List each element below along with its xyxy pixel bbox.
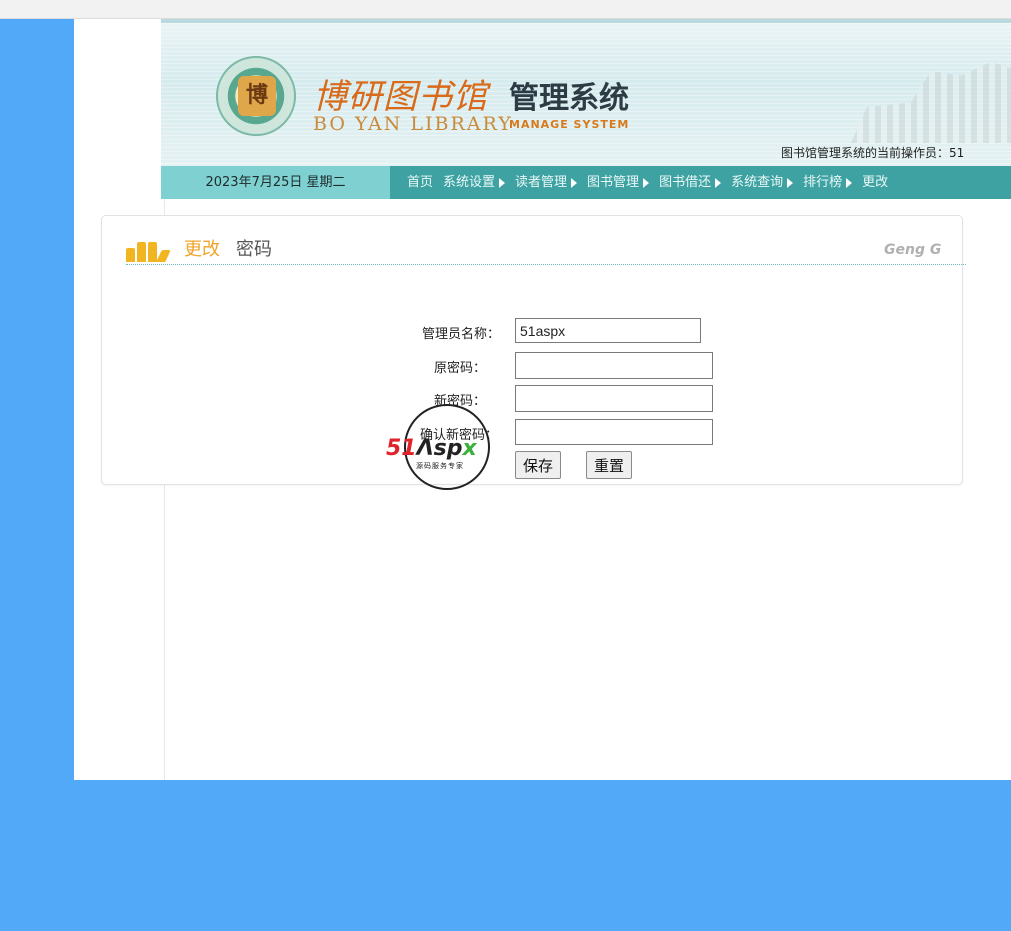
- save-button[interactable]: 保存: [515, 451, 562, 479]
- nav-item-label: 系统设置: [443, 175, 496, 190]
- caret-right-icon: [499, 177, 506, 188]
- logo-chinese-name: 博研图书馆: [313, 77, 488, 117]
- caret-right-icon: [571, 177, 578, 188]
- panel-title-pinyin: Geng G: [884, 242, 942, 258]
- confirm-password-label: 确认新密码：: [419, 428, 498, 443]
- nav-item-label: 读者管理: [515, 175, 568, 190]
- panel-title-rest: 密码: [236, 239, 272, 260]
- nav-item-5[interactable]: 系统查询: [726, 166, 798, 199]
- caret-right-icon: [715, 177, 722, 188]
- nav-item-6[interactable]: 排行榜: [798, 166, 857, 199]
- seal-character: 博: [238, 76, 276, 116]
- books-icon: [126, 238, 176, 262]
- logo-english-name: BO YAN LIBRARY: [313, 113, 513, 135]
- logo-english-system: MANAGE SYSTEM: [509, 118, 630, 131]
- nav-item-7[interactable]: 更改: [857, 166, 893, 199]
- old-password-label: 原密码：: [433, 361, 486, 376]
- caret-right-icon: [846, 177, 853, 188]
- panel-header: 更改 密码 Geng G: [126, 234, 966, 265]
- main-nav-bar: 2023年7月25日 星期二 首页 系统设置 读者管理 图书管理 图书借还 系统查询 排行榜…: [161, 166, 1011, 199]
- old-password-input[interactable]: [515, 352, 713, 379]
- confirm-password-input[interactable]: [515, 419, 713, 445]
- nav-item-label: 更改: [862, 175, 889, 190]
- caret-right-icon: [787, 177, 794, 188]
- nav-item-label: 图书管理: [587, 175, 640, 190]
- caret-right-icon: [643, 177, 650, 188]
- nav-item-1[interactable]: 系统设置: [438, 166, 510, 199]
- nav-item-3[interactable]: 图书管理: [582, 166, 654, 199]
- panel-title-highlight: 更改: [184, 239, 220, 260]
- new-password-input[interactable]: [515, 385, 713, 412]
- reset-button[interactable]: 重置: [586, 451, 633, 479]
- nav-menu: 首页 系统设置 读者管理 图书管理 图书借还 系统查询 排行榜 更改: [402, 166, 893, 199]
- current-operator-text: 图书馆管理系统的当前操作员：51: [781, 146, 965, 160]
- admin-name-input[interactable]: [515, 318, 701, 343]
- admin-name-label: 管理员名称：: [421, 327, 500, 342]
- header-banner: 博 博研图书馆 管理系统 BO YAN LIBRARY MANAGE SYSTE…: [161, 19, 1011, 170]
- current-date: 2023年7月25日 星期二: [161, 166, 390, 199]
- logo-chinese-system: 管理系统: [509, 81, 629, 116]
- browser-top-strip: [0, 0, 1011, 19]
- nav-item-4[interactable]: 图书借还: [654, 166, 726, 199]
- nav-item-label: 首页: [407, 175, 434, 190]
- library-seal-logo: 博: [216, 56, 296, 136]
- nav-item-0[interactable]: 首页: [402, 166, 438, 199]
- nav-item-2[interactable]: 读者管理: [510, 166, 582, 199]
- new-password-label: 新密码：: [433, 394, 486, 409]
- nav-item-label: 图书借还: [659, 175, 712, 190]
- nav-item-label: 排行榜: [803, 175, 843, 190]
- nav-item-label: 系统查询: [731, 175, 784, 190]
